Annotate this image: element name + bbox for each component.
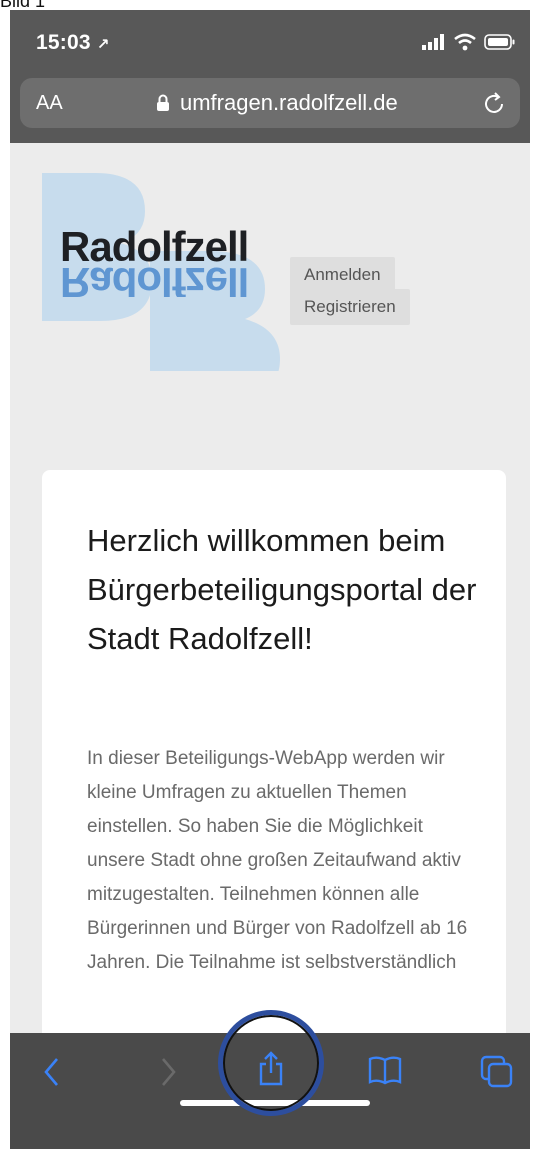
- welcome-heading: Herzlich willkommen beim Bürgerbeteiligu…: [87, 523, 477, 656]
- reload-icon[interactable]: [482, 90, 506, 116]
- forward-icon[interactable]: [158, 1055, 178, 1089]
- annotation-circle: [218, 1010, 324, 1116]
- logo-reflection: Radolfzell: [60, 265, 249, 297]
- status-time: 15:03 ↗: [36, 31, 110, 55]
- tabs-icon[interactable]: [480, 1055, 514, 1089]
- lock-icon: [157, 94, 169, 111]
- battery-icon: [484, 34, 515, 50]
- url-text: umfragen.radolfzell.de: [180, 90, 398, 115]
- url-bar[interactable]: AA umfragen.radolfzell.de: [20, 78, 520, 128]
- register-link[interactable]: Registrieren: [290, 289, 410, 325]
- login-link[interactable]: Anmelden: [290, 257, 395, 293]
- image-caption: Bild 1: [0, 0, 46, 11]
- url-field[interactable]: umfragen.radolfzell.de: [156, 90, 398, 116]
- phone-screen: 15:03 ↗ AA umfragen.radolfzell.de Radolf…: [10, 10, 530, 1149]
- signal-icon: [422, 34, 444, 50]
- bookmarks-icon[interactable]: [368, 1055, 402, 1085]
- web-page: Radolfzell Radolfzell Anmelden Registrie…: [10, 143, 530, 1110]
- status-icons: [422, 32, 516, 52]
- status-time-text: 15:03: [36, 31, 91, 54]
- location-arrow-icon: ↗: [96, 36, 110, 53]
- welcome-text: In dieser Beteiligungs-WebApp werden wir…: [87, 748, 468, 973]
- wifi-icon: [454, 33, 476, 51]
- back-icon[interactable]: [42, 1055, 62, 1089]
- top-bar: 15:03 ↗ AA umfragen.radolfzell.de: [10, 10, 530, 143]
- text-size-button[interactable]: AA: [36, 92, 63, 115]
- logo-wordmark: Radolfzell: [60, 223, 249, 270]
